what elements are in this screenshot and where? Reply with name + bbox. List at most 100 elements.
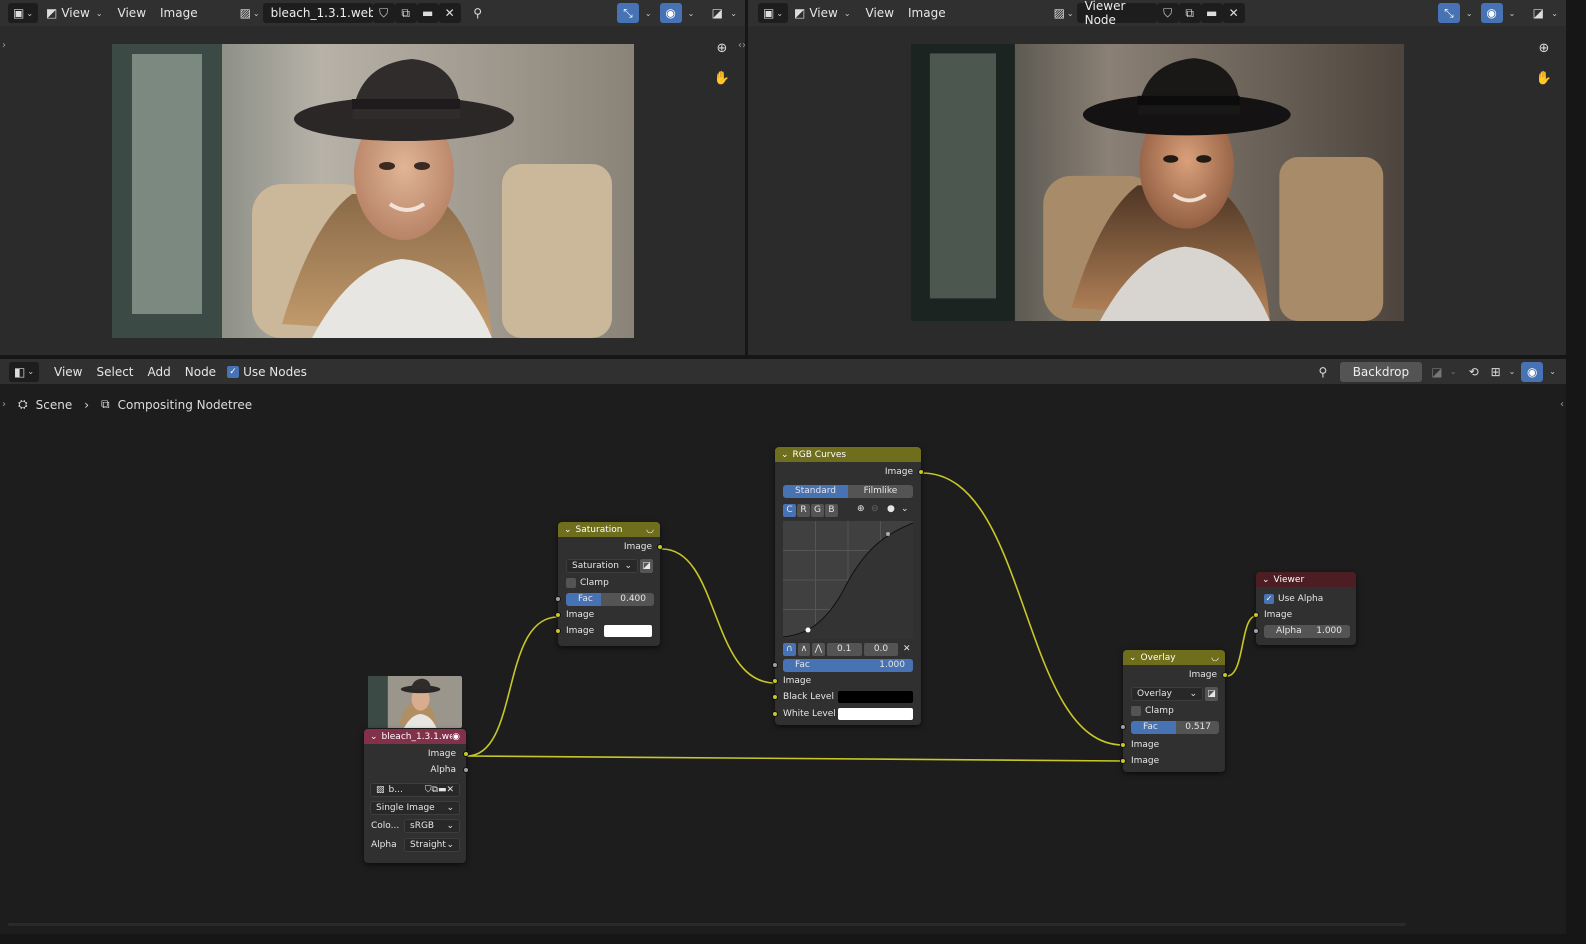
- image-browse-button[interactable]: ▨ ⌄: [1053, 3, 1075, 23]
- preview-toggle-icon[interactable]: ◡: [646, 525, 654, 535]
- clamp-row[interactable]: Clamp: [1123, 704, 1225, 718]
- black-level-socket[interactable]: [772, 694, 778, 700]
- image-node[interactable]: ⌄ bleach_1.3.1.we... ◉ Image Alpha ▨ b..…: [364, 671, 469, 863]
- collapse-chevron-icon[interactable]: ⌄: [564, 525, 572, 535]
- fac-socket[interactable]: [555, 596, 561, 602]
- output-image-socket[interactable]: [657, 544, 663, 550]
- handle-auto-icon[interactable]: ∩: [783, 643, 796, 656]
- chevron-down-icon[interactable]: ⌄: [1466, 9, 1473, 18]
- close-icon[interactable]: ✕: [1222, 3, 1245, 23]
- zoom-in-icon[interactable]: ⊕: [857, 504, 865, 514]
- color-swatch-white[interactable]: [604, 625, 652, 637]
- gizmo-icon[interactable]: ⤡: [616, 3, 639, 23]
- close-icon[interactable]: ✕: [446, 785, 454, 795]
- zoom-icon[interactable]: ⊕: [710, 36, 734, 60]
- zoom-out-icon[interactable]: ⊖: [871, 504, 879, 514]
- pan-hand-icon[interactable]: ✋: [1532, 66, 1556, 90]
- input-image-socket[interactable]: [555, 612, 561, 618]
- colorspace-dropdown[interactable]: sRGB ⌄: [404, 819, 460, 833]
- image-node-header[interactable]: ⌄ bleach_1.3.1.we... ◉: [364, 729, 466, 744]
- image-name-field[interactable]: Viewer Node: [1076, 0, 1157, 27]
- editor-type-button[interactable]: ▣ ⌄: [8, 3, 38, 23]
- output-image-socket[interactable]: [918, 469, 924, 475]
- menu-view[interactable]: View: [859, 6, 901, 20]
- editor-type-button[interactable]: ▣ ⌄: [758, 3, 788, 23]
- chevron-down-icon[interactable]: ⌄: [730, 9, 737, 18]
- chevron-down-icon[interactable]: ⌄: [645, 9, 652, 18]
- alpha-socket[interactable]: [1253, 628, 1259, 634]
- white-level-socket[interactable]: [772, 711, 778, 717]
- clamp-checkbox[interactable]: [1131, 706, 1141, 716]
- sidebar-toggle-icon[interactable]: ›: [2, 40, 6, 51]
- use-alpha-checkbox[interactable]: ✓: [1264, 594, 1274, 604]
- close-icon[interactable]: ✕: [438, 3, 461, 23]
- chevron-down-icon[interactable]: ⌄: [901, 504, 909, 514]
- input-image-socket[interactable]: [1120, 742, 1126, 748]
- delete-point-icon[interactable]: ✕: [900, 643, 913, 656]
- collapse-chevron-icon[interactable]: ⌄: [1262, 575, 1270, 585]
- handle-vector-icon[interactable]: ∧: [797, 643, 811, 656]
- chevron-down-icon[interactable]: ⌄: [688, 9, 695, 18]
- menu-image[interactable]: Image: [153, 6, 205, 20]
- overlay-icon[interactable]: ◉: [659, 3, 682, 23]
- pin-icon[interactable]: ⚲: [467, 3, 489, 23]
- fake-user-icon[interactable]: ⛉: [372, 3, 395, 23]
- output-image-socket[interactable]: [463, 751, 469, 757]
- pan-hand-icon[interactable]: ✋: [710, 66, 734, 90]
- alpha-slider[interactable]: Alpha 1.000: [1264, 625, 1350, 638]
- overlay-node-header[interactable]: ⌄ Overlay ◡: [1123, 650, 1225, 665]
- folder-icon[interactable]: ▬: [1200, 3, 1223, 23]
- fac-slider[interactable]: Fac 1.000: [783, 659, 913, 672]
- expand-arrows-icon[interactable]: ‹›: [738, 40, 745, 51]
- clamp-checkbox[interactable]: [566, 578, 576, 588]
- tab-standard[interactable]: Standard: [783, 485, 848, 498]
- viewer-node-header[interactable]: ⌄ Viewer: [1256, 572, 1356, 587]
- image-datablock[interactable]: ▨ b... ⛉ ⧉ ▬ ✕: [370, 783, 460, 797]
- overlay-icon[interactable]: ◉: [1480, 3, 1503, 23]
- fac-socket[interactable]: [772, 662, 778, 668]
- clamp-row[interactable]: Clamp: [558, 576, 660, 590]
- collapse-chevron-icon[interactable]: ⌄: [1129, 653, 1137, 663]
- use-alpha-row[interactable]: ✓ Use Alpha: [1256, 592, 1356, 606]
- output-image-socket[interactable]: [1222, 672, 1228, 678]
- color-swatch-white[interactable]: [838, 708, 913, 720]
- blend-mode-dropdown[interactable]: Saturation ⌄: [566, 559, 638, 573]
- channel-b-button[interactable]: B: [825, 504, 838, 517]
- folder-icon[interactable]: ▬: [438, 785, 447, 795]
- gizmo-icon[interactable]: ⤡: [1437, 3, 1460, 23]
- saturation-node-header[interactable]: ⌄ Saturation ◡: [558, 522, 660, 537]
- display-channels-icon[interactable]: ◪: [706, 3, 728, 23]
- point-y-field[interactable]: 0.0: [863, 643, 899, 656]
- use-alpha-icon[interactable]: ◪: [1205, 687, 1218, 701]
- duplicate-icon[interactable]: ⧉: [394, 3, 417, 23]
- fake-user-icon[interactable]: ⛉: [1156, 3, 1179, 23]
- channel-c-button[interactable]: C: [783, 504, 796, 517]
- rgb-curves-node-header[interactable]: ⌄ RGB Curves: [775, 447, 921, 462]
- input-image-socket[interactable]: [1120, 758, 1126, 764]
- saturation-node[interactable]: ⌄ Saturation ◡ Image Saturation ⌄ ◪ Clamp…: [555, 522, 663, 646]
- alpha-mode-dropdown[interactable]: Straight ⌄: [404, 838, 460, 852]
- color-swatch-black[interactable]: [838, 691, 913, 703]
- chevron-down-icon[interactable]: ⌄: [1551, 9, 1558, 18]
- channel-g-button[interactable]: G: [811, 504, 824, 517]
- menu-view[interactable]: View: [111, 6, 153, 20]
- rgb-curves-node[interactable]: ⌄ RGB Curves Image Standard Filmlike C R…: [772, 447, 924, 725]
- mode-button[interactable]: ◩ View ⌄: [46, 3, 103, 23]
- menu-image[interactable]: Image: [901, 6, 953, 20]
- fac-slider[interactable]: Fac 0.400: [566, 593, 654, 606]
- output-alpha-socket[interactable]: [463, 767, 469, 773]
- fake-user-icon[interactable]: ⛉: [425, 785, 432, 795]
- input-image-socket[interactable]: [1253, 612, 1259, 618]
- collapse-chevron-icon[interactable]: ⌄: [370, 732, 378, 742]
- chevron-down-icon[interactable]: ⌄: [1509, 9, 1516, 18]
- preview-toggle-icon[interactable]: ◡: [1211, 653, 1219, 663]
- tab-filmlike[interactable]: Filmlike: [848, 485, 913, 498]
- source-dropdown[interactable]: Single Image ⌄: [370, 801, 460, 815]
- input-image-socket[interactable]: [555, 628, 561, 634]
- overlay-node[interactable]: ⌄ Overlay ◡ Image Overlay ⌄ ◪ Clamp Fac 0…: [1120, 650, 1228, 772]
- fac-slider[interactable]: Fac 0.517: [1131, 721, 1219, 734]
- image-name-field[interactable]: bleach_1.3.1.webp: [262, 3, 383, 23]
- use-alpha-icon[interactable]: ◪: [640, 559, 653, 573]
- point-x-field[interactable]: 0.1: [826, 643, 862, 656]
- handle-auto-clamp-icon[interactable]: ⋀: [812, 643, 825, 656]
